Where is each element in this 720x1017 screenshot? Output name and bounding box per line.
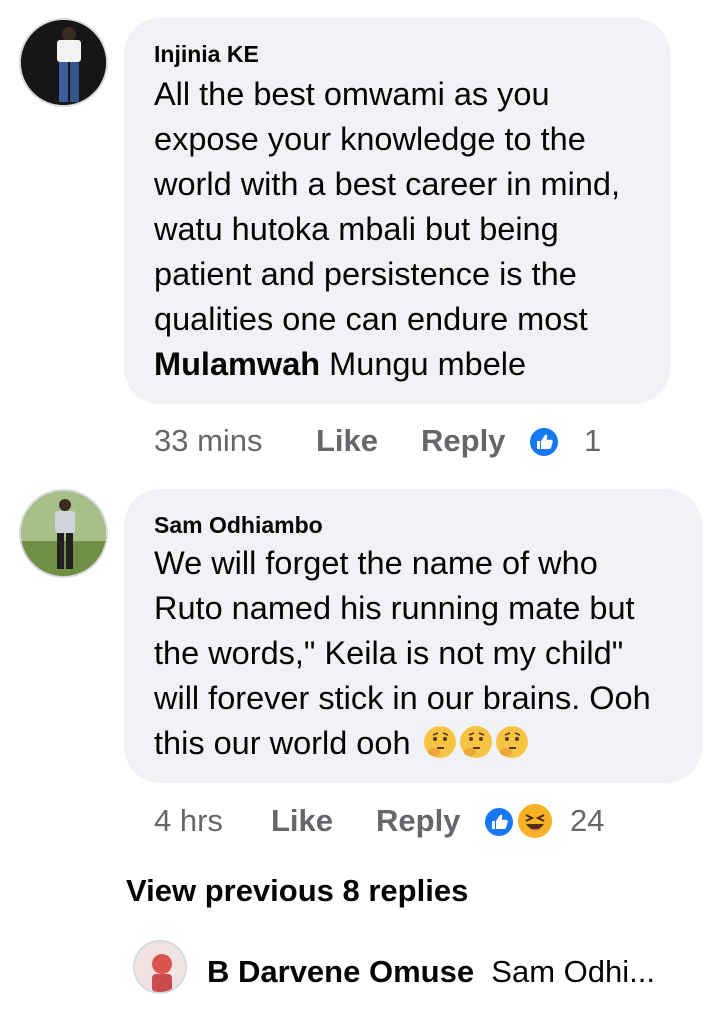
comment-line: expose your knowledge to the	[154, 121, 586, 157]
comment-timestamp[interactable]: 33 mins	[154, 423, 263, 459]
comment-line: qualities one can endure most	[154, 301, 588, 337]
person-photo-icon	[21, 20, 106, 105]
like-icon[interactable]	[483, 806, 515, 838]
avatar-injinia-ke[interactable]	[19, 18, 108, 107]
comment-line: this our world ooh	[154, 721, 699, 766]
reaction-count[interactable]: 1	[584, 423, 601, 459]
mention-link[interactable]: Mulamwah	[154, 346, 320, 382]
comment-line: will forever stick in our brains. Ooh	[154, 680, 651, 716]
comment-text: All the best omwami as you expose your k…	[154, 72, 664, 387]
reaction-count[interactable]: 24	[570, 803, 604, 839]
reply-preview[interactable]: B Darvene Omuse Sam Odhi...	[207, 954, 655, 990]
person-photo-icon	[21, 491, 106, 576]
like-button[interactable]: Like	[316, 423, 378, 459]
reply-preview-author[interactable]: B Darvene Omuse	[207, 954, 474, 989]
comment-line: Ruto named his running mate but	[154, 590, 635, 626]
haha-icon[interactable]	[516, 802, 554, 840]
comment-line: world with a best career in mind,	[154, 166, 621, 202]
like-icon[interactable]	[528, 426, 560, 458]
comment-line: watu hutoka mbali but being	[154, 211, 559, 247]
comment-author[interactable]: Sam Odhiambo	[154, 512, 323, 539]
thinking-face-emoji	[423, 726, 456, 758]
comment-text: We will forget the name of who Ruto name…	[154, 541, 699, 766]
thinking-face-emoji	[459, 726, 492, 758]
reply-preview-text: Sam Odhi...	[491, 954, 655, 989]
like-button[interactable]: Like	[271, 803, 333, 839]
comment-line: the words," Keila is not my child"	[154, 635, 624, 671]
reply-button[interactable]: Reply	[376, 803, 460, 839]
comment-author[interactable]: Injinia KE	[154, 41, 259, 68]
comment-timestamp[interactable]: 4 hrs	[154, 803, 223, 839]
reply-button[interactable]: Reply	[421, 423, 505, 459]
comment-line: Mulamwah Mungu mbele	[154, 342, 664, 387]
avatar-b-darvene-omuse[interactable]	[133, 940, 187, 994]
comment-last-line: this our world ooh	[154, 725, 411, 761]
thinking-face-emoji	[495, 726, 528, 758]
mention-tail: Mungu mbele	[320, 346, 527, 382]
comment-line: We will forget the name of who	[154, 545, 598, 581]
person-photo-icon	[135, 942, 185, 992]
comment-line: All the best omwami as you	[154, 76, 550, 112]
comment-line: patient and persistence is the	[154, 256, 577, 292]
view-previous-replies-link[interactable]: View previous 8 replies	[126, 873, 468, 909]
avatar-sam-odhiambo[interactable]	[19, 489, 108, 578]
